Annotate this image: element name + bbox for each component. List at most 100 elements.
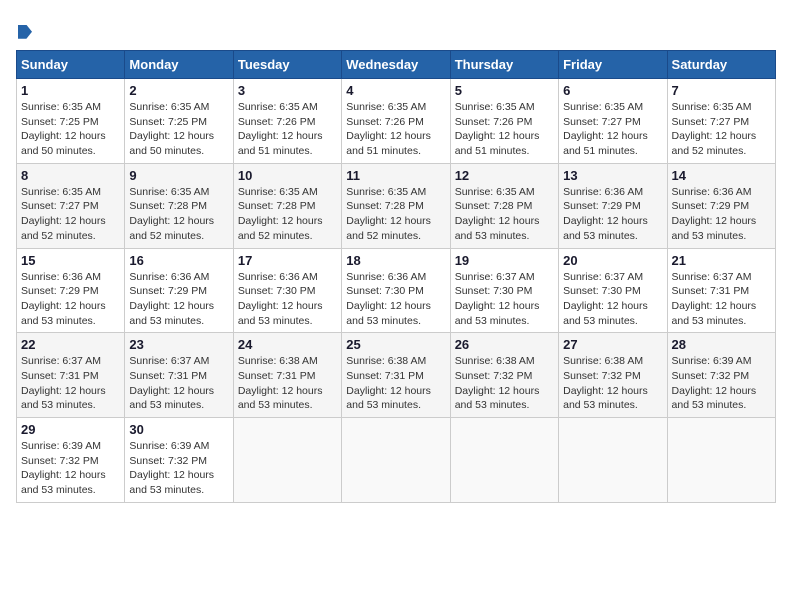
day-number: 8 [21, 168, 120, 183]
day-detail: Sunrise: 6:37 AMSunset: 7:31 PMDaylight:… [129, 355, 214, 411]
weekday-header-tuesday: Tuesday [233, 51, 341, 79]
day-detail: Sunrise: 6:36 AMSunset: 7:29 PMDaylight:… [21, 271, 106, 327]
day-cell-5: 5 Sunrise: 6:35 AMSunset: 7:26 PMDayligh… [450, 79, 558, 164]
weekday-header-sunday: Sunday [17, 51, 125, 79]
day-detail: Sunrise: 6:36 AMSunset: 7:29 PMDaylight:… [129, 271, 214, 327]
day-cell-12: 12 Sunrise: 6:35 AMSunset: 7:28 PMDaylig… [450, 163, 558, 248]
empty-cell [342, 418, 450, 503]
day-number: 6 [563, 83, 662, 98]
day-detail: Sunrise: 6:37 AMSunset: 7:31 PMDaylight:… [672, 271, 757, 327]
weekday-header-saturday: Saturday [667, 51, 775, 79]
day-detail: Sunrise: 6:36 AMSunset: 7:30 PMDaylight:… [346, 271, 431, 327]
day-cell-13: 13 Sunrise: 6:36 AMSunset: 7:29 PMDaylig… [559, 163, 667, 248]
day-number: 4 [346, 83, 445, 98]
day-number: 20 [563, 253, 662, 268]
day-detail: Sunrise: 6:39 AMSunset: 7:32 PMDaylight:… [21, 440, 106, 496]
day-cell-19: 19 Sunrise: 6:37 AMSunset: 7:30 PMDaylig… [450, 248, 558, 333]
day-detail: Sunrise: 6:35 AMSunset: 7:26 PMDaylight:… [346, 101, 431, 157]
day-detail: Sunrise: 6:36 AMSunset: 7:29 PMDaylight:… [672, 186, 757, 242]
day-detail: Sunrise: 6:35 AMSunset: 7:26 PMDaylight:… [455, 101, 540, 157]
day-detail: Sunrise: 6:35 AMSunset: 7:27 PMDaylight:… [563, 101, 648, 157]
day-detail: Sunrise: 6:39 AMSunset: 7:32 PMDaylight:… [672, 355, 757, 411]
day-number: 7 [672, 83, 771, 98]
day-detail: Sunrise: 6:38 AMSunset: 7:32 PMDaylight:… [455, 355, 540, 411]
day-number: 15 [21, 253, 120, 268]
day-detail: Sunrise: 6:35 AMSunset: 7:25 PMDaylight:… [129, 101, 214, 157]
day-number: 5 [455, 83, 554, 98]
day-cell-15: 15 Sunrise: 6:36 AMSunset: 7:29 PMDaylig… [17, 248, 125, 333]
weekday-header-row: SundayMondayTuesdayWednesdayThursdayFrid… [17, 51, 776, 79]
empty-cell [450, 418, 558, 503]
day-number: 27 [563, 337, 662, 352]
logo-icon [18, 25, 32, 39]
day-cell-11: 11 Sunrise: 6:35 AMSunset: 7:28 PMDaylig… [342, 163, 450, 248]
day-cell-24: 24 Sunrise: 6:38 AMSunset: 7:31 PMDaylig… [233, 333, 341, 418]
day-number: 13 [563, 168, 662, 183]
day-number: 19 [455, 253, 554, 268]
day-cell-7: 7 Sunrise: 6:35 AMSunset: 7:27 PMDayligh… [667, 79, 775, 164]
day-cell-29: 29 Sunrise: 6:39 AMSunset: 7:32 PMDaylig… [17, 418, 125, 503]
day-cell-14: 14 Sunrise: 6:36 AMSunset: 7:29 PMDaylig… [667, 163, 775, 248]
day-cell-20: 20 Sunrise: 6:37 AMSunset: 7:30 PMDaylig… [559, 248, 667, 333]
day-detail: Sunrise: 6:38 AMSunset: 7:32 PMDaylight:… [563, 355, 648, 411]
day-number: 30 [129, 422, 228, 437]
week-row-5: 29 Sunrise: 6:39 AMSunset: 7:32 PMDaylig… [17, 418, 776, 503]
day-detail: Sunrise: 6:38 AMSunset: 7:31 PMDaylight:… [238, 355, 323, 411]
day-number: 28 [672, 337, 771, 352]
week-row-2: 8 Sunrise: 6:35 AMSunset: 7:27 PMDayligh… [17, 163, 776, 248]
day-number: 1 [21, 83, 120, 98]
weekday-header-wednesday: Wednesday [342, 51, 450, 79]
week-row-1: 1 Sunrise: 6:35 AMSunset: 7:25 PMDayligh… [17, 79, 776, 164]
empty-cell [667, 418, 775, 503]
day-number: 11 [346, 168, 445, 183]
day-cell-27: 27 Sunrise: 6:38 AMSunset: 7:32 PMDaylig… [559, 333, 667, 418]
day-number: 25 [346, 337, 445, 352]
day-cell-4: 4 Sunrise: 6:35 AMSunset: 7:26 PMDayligh… [342, 79, 450, 164]
calendar-table: SundayMondayTuesdayWednesdayThursdayFrid… [16, 50, 776, 503]
day-number: 3 [238, 83, 337, 98]
day-detail: Sunrise: 6:37 AMSunset: 7:30 PMDaylight:… [563, 271, 648, 327]
day-detail: Sunrise: 6:37 AMSunset: 7:31 PMDaylight:… [21, 355, 106, 411]
day-cell-23: 23 Sunrise: 6:37 AMSunset: 7:31 PMDaylig… [125, 333, 233, 418]
day-detail: Sunrise: 6:37 AMSunset: 7:30 PMDaylight:… [455, 271, 540, 327]
day-detail: Sunrise: 6:35 AMSunset: 7:28 PMDaylight:… [455, 186, 540, 242]
day-detail: Sunrise: 6:39 AMSunset: 7:32 PMDaylight:… [129, 440, 214, 496]
day-cell-25: 25 Sunrise: 6:38 AMSunset: 7:31 PMDaylig… [342, 333, 450, 418]
day-number: 12 [455, 168, 554, 183]
day-number: 24 [238, 337, 337, 352]
day-number: 2 [129, 83, 228, 98]
day-number: 29 [21, 422, 120, 437]
day-number: 26 [455, 337, 554, 352]
empty-cell [559, 418, 667, 503]
day-number: 10 [238, 168, 337, 183]
day-detail: Sunrise: 6:36 AMSunset: 7:30 PMDaylight:… [238, 271, 323, 327]
weekday-header-friday: Friday [559, 51, 667, 79]
day-cell-9: 9 Sunrise: 6:35 AMSunset: 7:28 PMDayligh… [125, 163, 233, 248]
day-number: 23 [129, 337, 228, 352]
day-number: 14 [672, 168, 771, 183]
day-cell-22: 22 Sunrise: 6:37 AMSunset: 7:31 PMDaylig… [17, 333, 125, 418]
day-cell-26: 26 Sunrise: 6:38 AMSunset: 7:32 PMDaylig… [450, 333, 558, 418]
day-number: 9 [129, 168, 228, 183]
logo [16, 16, 32, 42]
day-detail: Sunrise: 6:35 AMSunset: 7:28 PMDaylight:… [238, 186, 323, 242]
weekday-header-monday: Monday [125, 51, 233, 79]
empty-cell [233, 418, 341, 503]
day-detail: Sunrise: 6:35 AMSunset: 7:26 PMDaylight:… [238, 101, 323, 157]
day-cell-2: 2 Sunrise: 6:35 AMSunset: 7:25 PMDayligh… [125, 79, 233, 164]
day-number: 18 [346, 253, 445, 268]
day-number: 16 [129, 253, 228, 268]
weekday-header-thursday: Thursday [450, 51, 558, 79]
day-detail: Sunrise: 6:35 AMSunset: 7:27 PMDaylight:… [672, 101, 757, 157]
day-number: 17 [238, 253, 337, 268]
day-cell-28: 28 Sunrise: 6:39 AMSunset: 7:32 PMDaylig… [667, 333, 775, 418]
day-cell-16: 16 Sunrise: 6:36 AMSunset: 7:29 PMDaylig… [125, 248, 233, 333]
day-number: 21 [672, 253, 771, 268]
day-cell-21: 21 Sunrise: 6:37 AMSunset: 7:31 PMDaylig… [667, 248, 775, 333]
day-cell-10: 10 Sunrise: 6:35 AMSunset: 7:28 PMDaylig… [233, 163, 341, 248]
day-cell-8: 8 Sunrise: 6:35 AMSunset: 7:27 PMDayligh… [17, 163, 125, 248]
day-cell-30: 30 Sunrise: 6:39 AMSunset: 7:32 PMDaylig… [125, 418, 233, 503]
day-detail: Sunrise: 6:38 AMSunset: 7:31 PMDaylight:… [346, 355, 431, 411]
day-cell-1: 1 Sunrise: 6:35 AMSunset: 7:25 PMDayligh… [17, 79, 125, 164]
day-detail: Sunrise: 6:35 AMSunset: 7:27 PMDaylight:… [21, 186, 106, 242]
